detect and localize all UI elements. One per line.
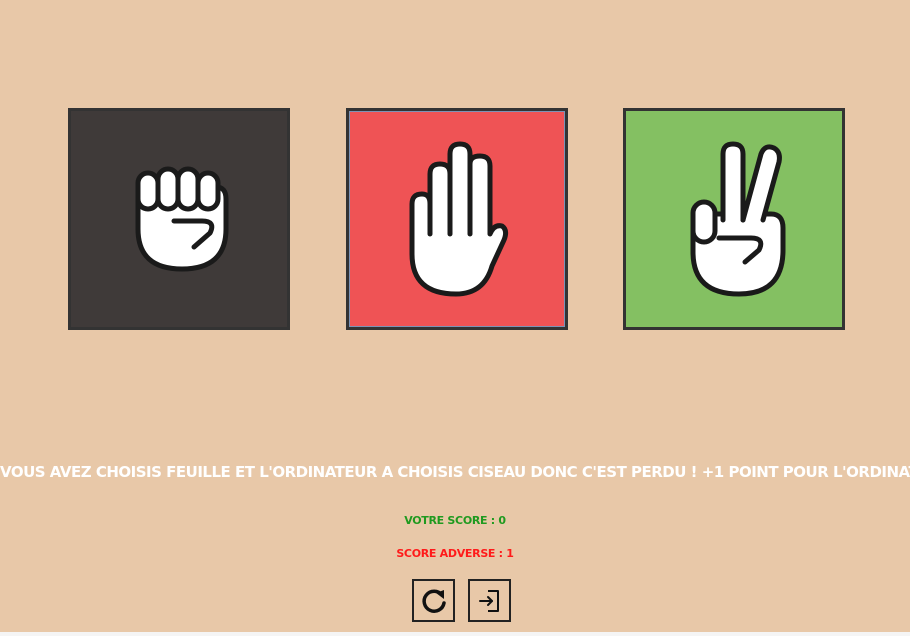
open-hand-icon: [409, 141, 509, 297]
fist-icon: [135, 166, 229, 272]
bottom-bar: [0, 632, 910, 636]
your-score: Votre score : 0: [404, 514, 506, 527]
opponent-score: Score adverse : 1: [396, 547, 514, 560]
restart-icon: [421, 589, 446, 613]
paper-choice-button[interactable]: [346, 108, 568, 330]
exit-icon: [478, 589, 499, 612]
scissors-choice-button[interactable]: [623, 108, 845, 330]
exit-button[interactable]: [468, 579, 511, 622]
peace-hand-icon: [690, 141, 786, 297]
rock-choice-button[interactable]: [68, 108, 290, 330]
restart-button[interactable]: [412, 579, 455, 622]
result-message: Vous avez choisis Feuille et l'ordinateu…: [0, 463, 910, 481]
